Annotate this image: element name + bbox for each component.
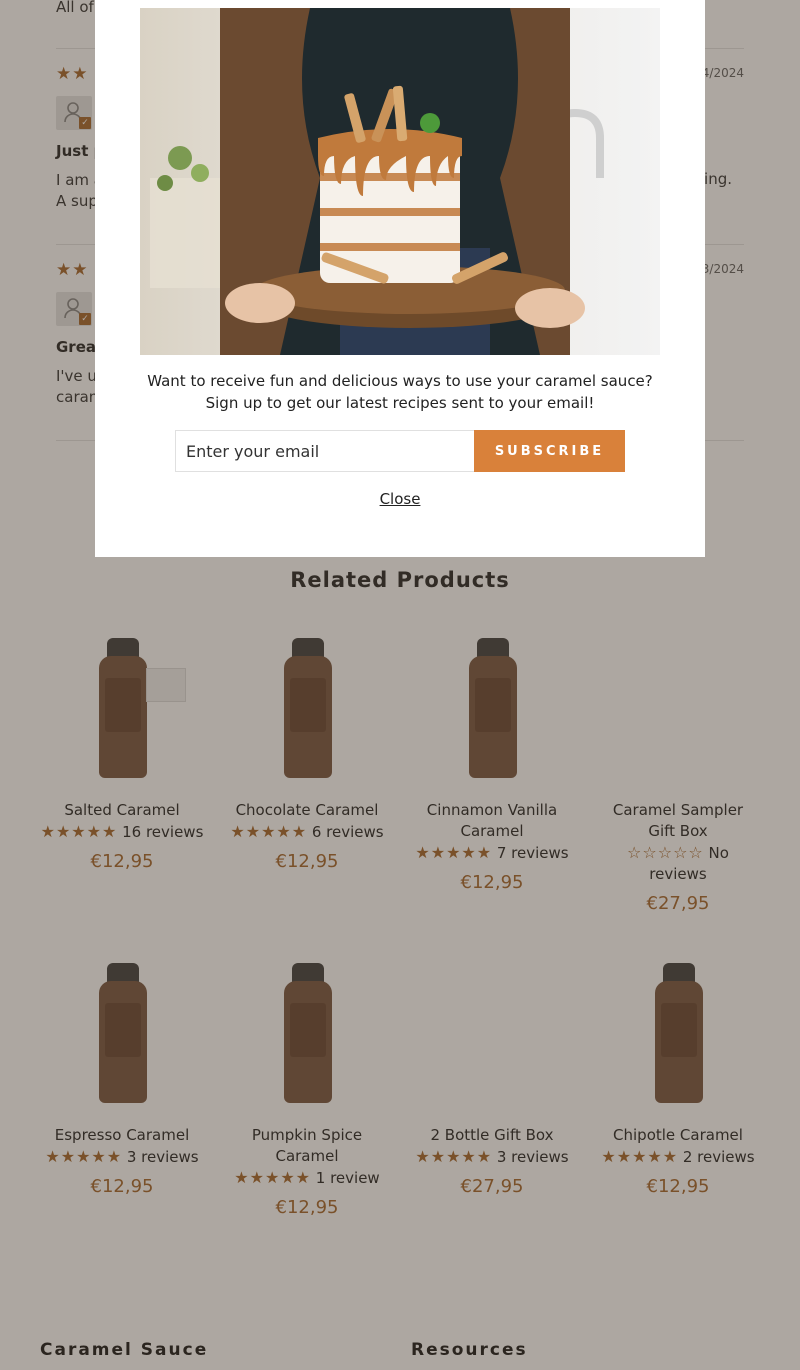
hero-image-cake	[140, 8, 660, 355]
popup-message: Want to receive fun and delicious ways t…	[147, 372, 653, 412]
cake-image	[140, 8, 660, 355]
subscribe-button[interactable]: SUBSCRIBE	[474, 430, 625, 472]
newsletter-popup: Want to receive fun and delicious ways t…	[95, 0, 705, 557]
email-input[interactable]	[175, 430, 475, 472]
close-link[interactable]: Close	[95, 490, 705, 508]
